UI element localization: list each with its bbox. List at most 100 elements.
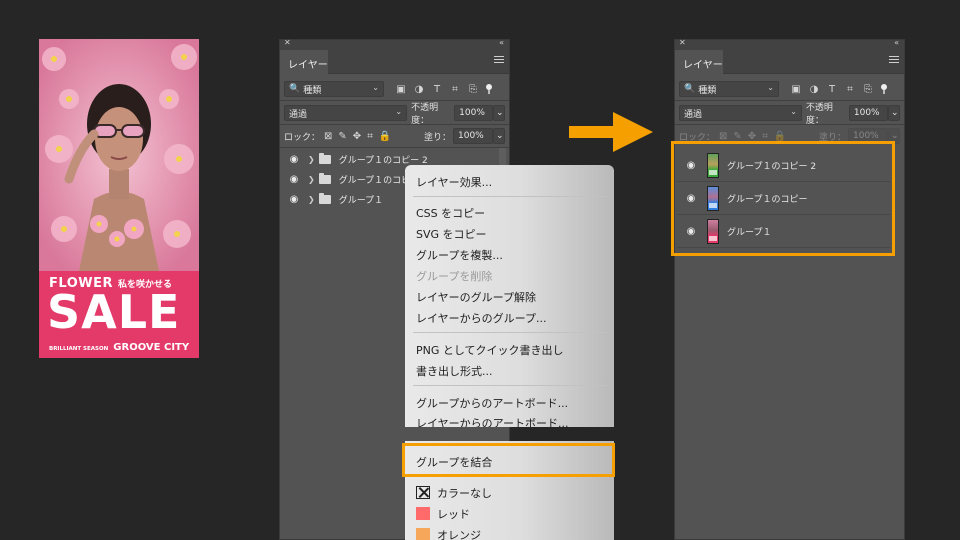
merge-group-highlight [402, 443, 615, 477]
lock-paint-icon[interactable]: ✎ [338, 131, 346, 142]
sale-poster: FLOWER 私を咲かせる SALE BRILLIANT SEASON GROO… [39, 39, 199, 358]
folder-icon [318, 152, 331, 164]
lock-transparent-icon[interactable]: ⊠ [719, 131, 727, 142]
panel-tab-bar: レイヤー [675, 50, 904, 74]
tab-layers[interactable]: レイヤー [675, 50, 723, 74]
filter-toggle-icon[interactable] [881, 84, 887, 94]
fill-label: 塗り： [423, 132, 451, 143]
shape-filter-icon[interactable]: ⌗ [845, 84, 855, 95]
adjustment-filter-icon[interactable]: ◑ [414, 84, 424, 95]
fill-dropdown[interactable]: ⌄ [493, 128, 505, 144]
smart-object-filter-icon[interactable]: ⎘ [863, 84, 873, 95]
filter-row: 🔍 種類 ⌄ ▣ ◑ T ⌗ ⎘ [679, 80, 900, 98]
filter-toggle-icon[interactable] [486, 84, 492, 94]
layer-context-menu: レイヤー効果... CSS をコピー SVG をコピー グループを複製... グ… [405, 165, 614, 427]
search-icon: 🔍 [289, 84, 301, 94]
filter-kind-value: 種類 [303, 85, 322, 96]
menu-item-copy-svg[interactable]: SVG をコピー [416, 226, 487, 242]
lock-artboard-icon[interactable]: ⌗ [367, 131, 373, 142]
expand-arrow-icon[interactable]: ❯ [308, 175, 315, 184]
poster-city-text: GROOVE CITY [113, 342, 190, 353]
menu-item-artboard-from-group[interactable]: グループからのアートボード... [416, 395, 568, 411]
merged-layers-highlight [671, 141, 895, 256]
lock-all-icon[interactable]: 🔒 [379, 131, 391, 142]
eye-icon[interactable]: ◉ [286, 154, 302, 165]
menu-item-color-orange[interactable]: オレンジ [437, 527, 481, 540]
filter-kind-select[interactable]: 🔍 種類 ⌄ [679, 81, 779, 97]
menu-item-ungroup-layers[interactable]: レイヤーのグループ解除 [416, 289, 536, 305]
panel-menu-icon[interactable] [889, 56, 899, 65]
search-icon: 🔍 [684, 84, 696, 94]
eye-icon[interactable]: ◉ [286, 174, 302, 185]
lock-row: ロック： ⊠ ✎ ✥ ⌗ 🔒 塗り： 100% ⌄ [284, 127, 505, 145]
menu-item-duplicate-group[interactable]: グループを複製... [416, 247, 503, 263]
filter-kind-select[interactable]: 🔍 種類 ⌄ [284, 81, 384, 97]
menu-item-copy-css[interactable]: CSS をコピー [416, 205, 485, 221]
opacity-input[interactable]: 100% [454, 105, 494, 121]
panel-title-bar: ✕ « [280, 38, 509, 50]
chevron-down-icon: ⌄ [790, 107, 797, 116]
folder-icon [318, 192, 331, 204]
opacity-value: 100% [459, 108, 485, 118]
shape-filter-icon[interactable]: ⌗ [450, 84, 460, 95]
panel-title-bar: ✕ « [675, 38, 904, 50]
collapse-icon[interactable]: « [499, 38, 504, 47]
chevron-down-icon: ⌄ [496, 108, 504, 118]
opacity-dropdown[interactable]: ⌄ [493, 105, 506, 121]
menu-item-group-from-layers[interactable]: レイヤーからのグループ... [416, 310, 547, 326]
folder-icon [318, 172, 331, 184]
pixel-filter-icon[interactable]: ▣ [791, 84, 801, 95]
chevron-down-icon: ⌄ [767, 83, 774, 92]
pixel-filter-icon[interactable]: ▣ [396, 84, 406, 95]
menu-item-color-red[interactable]: レッド [437, 506, 470, 522]
type-filter-icon[interactable]: T [432, 84, 442, 95]
blend-mode-value: 通過 [684, 109, 703, 120]
opacity-input[interactable]: 100% [848, 105, 888, 121]
eye-icon[interactable]: ◉ [286, 194, 302, 205]
panel-menu-icon[interactable] [494, 56, 504, 65]
lock-transparent-icon[interactable]: ⊠ [324, 131, 332, 142]
layers-panel-after: ✕ « レイヤー 🔍 種類 ⌄ ▣ ◑ T ⌗ ⎘ 通過 ⌄ 不透明度： 100… [674, 38, 905, 540]
expand-arrow-icon[interactable]: ❯ [308, 195, 315, 204]
blend-mode-select[interactable]: 通過 ⌄ [679, 105, 802, 121]
layer-name: グループ１のコピー 2 [338, 155, 428, 166]
menu-item-color-none[interactable]: カラーなし [437, 485, 492, 501]
fill-value: 100% [458, 131, 484, 141]
red-swatch-icon [416, 507, 430, 520]
chevron-down-icon: ⌄ [891, 108, 899, 118]
chevron-down-icon: ⌄ [372, 83, 379, 92]
no-color-swatch-icon [416, 486, 430, 499]
opacity-value: 100% [853, 108, 880, 118]
blend-row: 通過 ⌄ 不透明度： 100% ⌄ [679, 103, 900, 126]
close-icon[interactable]: ✕ [284, 38, 291, 47]
lock-move-icon[interactable]: ✥ [353, 131, 361, 142]
opacity-dropdown[interactable]: ⌄ [888, 105, 900, 121]
close-icon[interactable]: ✕ [679, 38, 686, 47]
lock-paint-icon[interactable]: ✎ [733, 131, 741, 142]
poster-season-text: BRILLIANT SEASON [49, 346, 109, 352]
tab-layers[interactable]: レイヤー [280, 50, 328, 74]
opacity-label: 不透明度： [805, 103, 833, 126]
lock-move-icon[interactable]: ✥ [748, 131, 756, 142]
menu-item-artboard-from-layers[interactable]: レイヤーからのアートボード... [416, 415, 569, 427]
chevron-down-icon: ⌄ [395, 107, 403, 116]
lock-all-icon[interactable]: 🔒 [774, 131, 786, 142]
menu-item-layer-effects[interactable]: レイヤー効果... [416, 174, 492, 190]
orange-swatch-icon [416, 528, 430, 540]
layer-name: グループ１ [338, 195, 384, 206]
right-arrow-icon [569, 112, 653, 152]
smart-object-filter-icon[interactable]: ⎘ [468, 84, 478, 95]
expand-arrow-icon[interactable]: ❯ [308, 155, 315, 164]
menu-item-quick-export-png[interactable]: PNG としてクイック書き出し [416, 342, 564, 358]
fill-input[interactable]: 100% [453, 128, 493, 144]
lock-label: ロック： [284, 132, 321, 143]
type-filter-icon[interactable]: T [827, 84, 837, 95]
adjustment-filter-icon[interactable]: ◑ [809, 84, 819, 95]
poster-sale-text: SALE [47, 285, 181, 339]
menu-item-export-as[interactable]: 書き出し形式... [416, 363, 493, 379]
blend-mode-value: 通過 [289, 109, 308, 120]
chevron-down-icon: ⌄ [891, 131, 899, 141]
collapse-icon[interactable]: « [894, 38, 899, 47]
lock-artboard-icon[interactable]: ⌗ [762, 131, 768, 142]
blend-mode-select[interactable]: 通過 ⌄ [284, 105, 408, 121]
